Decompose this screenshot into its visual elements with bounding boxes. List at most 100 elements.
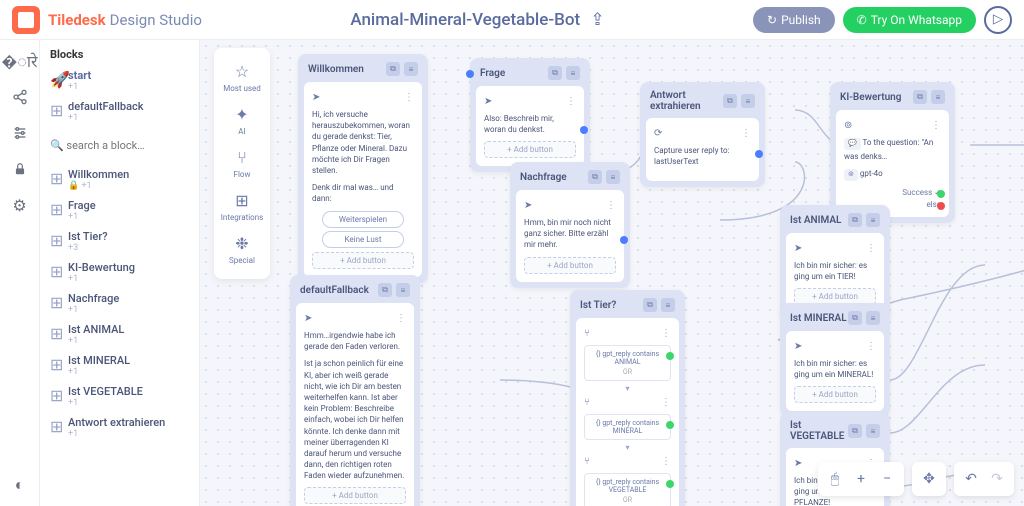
more-icon[interactable]: ⋮: [931, 120, 941, 131]
undo-button[interactable]: ↶: [958, 466, 984, 492]
menu-icon[interactable]: ≡: [931, 90, 945, 104]
left-rail: �ारे ⚙ ◐: [0, 40, 40, 506]
sidebar-item-istvegetable[interactable]: ⊞Ist VEGETABLE+1: [50, 381, 189, 412]
toolbox-most-used[interactable]: ☆Most used: [218, 56, 266, 99]
logo: [12, 6, 40, 34]
option-weiterspielen[interactable]: Weiterspielen: [322, 211, 404, 228]
action-toolbox: ☆Most used✦AI⑂Flow⊞Integrations❉Special: [214, 48, 270, 279]
copy-icon[interactable]: ⧉: [548, 66, 562, 80]
copy-icon[interactable]: ⧉: [386, 62, 400, 76]
zoom-in-button[interactable]: +: [848, 466, 874, 492]
share-icon[interactable]: ⇪: [590, 10, 604, 30]
send-icon: ➤: [304, 313, 312, 324]
more-icon[interactable]: ⋮: [661, 397, 671, 408]
condition-animal[interactable]: {} gpt_reply contains ANIMALOR: [584, 345, 671, 381]
sidebar-item-kibewertung[interactable]: ⊞KI-Bewertung+1: [50, 257, 189, 288]
settings-alt-icon[interactable]: [11, 124, 29, 142]
fork-icon: ⑂: [584, 456, 590, 467]
menu-icon[interactable]: ≡: [404, 62, 418, 76]
condition-vegetable[interactable]: {} gpt_reply contains VEGETABLEOR: [584, 473, 671, 506]
fork-icon: ⑂: [584, 328, 590, 339]
card-frage[interactable]: Frage⧉≡ ➤⋮ Also: Beschreib mir, woran du…: [470, 58, 590, 172]
condition-mineral[interactable]: {} gpt_reply contains MINERAL: [584, 414, 671, 440]
option-keine-lust[interactable]: Keine Lust: [322, 231, 404, 248]
menu-icon[interactable]: ≡: [661, 298, 675, 312]
more-icon[interactable]: ⋮: [866, 341, 876, 352]
try-whatsapp-button[interactable]: ✆Try On Whatsapp: [843, 7, 976, 33]
sidebar-item-start[interactable]: 🚀start+1: [50, 65, 189, 96]
add-button[interactable]: + Add button: [484, 141, 576, 158]
capture-icon: ⟳: [654, 128, 662, 139]
lock-icon[interactable]: [11, 160, 29, 178]
center-button[interactable]: ✥: [916, 466, 942, 492]
menu-icon[interactable]: ≡: [741, 94, 755, 108]
send-icon: ➤: [794, 458, 802, 469]
add-button[interactable]: + Add button: [304, 487, 406, 504]
card-willkommen[interactable]: Willkommen⧉≡ ➤⋮ Hi, ich versuche herausz…: [298, 54, 428, 283]
chevron-down-icon: ▾: [584, 384, 671, 393]
menu-icon[interactable]: ≡: [866, 424, 880, 438]
menu-icon[interactable]: ≡: [396, 283, 410, 297]
sidebar-item-willkommen[interactable]: ⊞Willkommen🔒 +1: [50, 164, 189, 195]
card-antwort-extrahieren[interactable]: Antwort extrahieren⧉≡ ⟳⋮ Capture user re…: [640, 82, 765, 187]
add-button[interactable]: + Add button: [312, 252, 414, 269]
mouse-mode-button[interactable]: 🖱: [822, 466, 848, 492]
redo-button[interactable]: ↷: [984, 466, 1010, 492]
sidebar-item-antwortextrahieren[interactable]: ⊞Antwort extrahieren+1: [50, 412, 189, 443]
input-handle[interactable]: [466, 70, 474, 78]
copy-icon[interactable]: ⧉: [643, 298, 657, 312]
toolbox-ai[interactable]: ✦AI: [218, 99, 266, 142]
menu-icon[interactable]: ≡: [566, 66, 580, 80]
sidebar-item-defaultfallback[interactable]: ⊞defaultFallback+1: [50, 96, 189, 127]
copy-icon[interactable]: ⧉: [588, 170, 602, 184]
copy-icon[interactable]: ⧉: [848, 424, 862, 438]
card-default-fallback[interactable]: defaultFallback⧉≡ ➤⋮ Hmm…irgendwie habe …: [290, 275, 420, 506]
card-ki-bewertung[interactable]: KI-Bewertung⧉≡ ⊚⋮ 💬 To the question: "An…: [830, 82, 955, 223]
sidebar-item-istmineral[interactable]: ⊞Ist MINERAL+1: [50, 350, 189, 381]
brand-name: Tiledesk: [48, 11, 106, 29]
whatsapp-icon: ✆: [857, 13, 867, 27]
more-icon[interactable]: ⋮: [566, 96, 576, 107]
fork-icon: ⑂: [584, 397, 590, 408]
play-button[interactable]: ▷: [984, 6, 1012, 34]
more-icon[interactable]: ⋮: [661, 456, 671, 467]
card-ist-tier[interactable]: Ist Tier?⧉≡ ⑂⋮ {} gpt_reply contains ANI…: [570, 290, 685, 506]
send-icon: ➤: [794, 243, 802, 254]
toolbox-special[interactable]: ❉Special: [218, 228, 266, 271]
card-nachfrage[interactable]: Nachfrage⧉≡ ➤⋮ Hmm, bin mir noch nicht g…: [510, 162, 630, 288]
copy-icon[interactable]: ⧉: [913, 90, 927, 104]
copy-icon[interactable]: ⧉: [848, 311, 862, 325]
toolbox-integrations[interactable]: ⊞Integrations: [218, 185, 266, 228]
zoom-out-button[interactable]: −: [874, 466, 900, 492]
copy-icon[interactable]: ⧉: [378, 283, 392, 297]
more-icon[interactable]: ⋮: [661, 328, 671, 339]
publish-button[interactable]: ↻Publish: [753, 7, 835, 33]
card-ist-mineral[interactable]: Ist MINERAL⧉≡ ➤⋮ Ich bin mir sicher: es …: [780, 303, 890, 417]
share-alt-icon[interactable]: [11, 88, 29, 106]
sidebar-item-istanimal[interactable]: ⊞Ist ANIMAL+1: [50, 319, 189, 350]
sidebar-item-isttier[interactable]: ⊞Ist Tier?+3: [50, 226, 189, 257]
more-icon[interactable]: ⋮: [404, 92, 414, 103]
more-icon[interactable]: ⋮: [866, 243, 876, 254]
share-rail-icon[interactable]: �ारे: [11, 52, 29, 70]
blocks-heading: Blocks: [50, 48, 189, 61]
sidebar-item-nachfrage[interactable]: ⊞Nachfrage+1: [50, 288, 189, 319]
add-button[interactable]: + Add button: [524, 257, 616, 274]
copy-icon[interactable]: ⧉: [723, 94, 737, 108]
gear-icon[interactable]: ⚙: [11, 196, 29, 214]
more-icon[interactable]: ⋮: [741, 128, 751, 139]
send-icon: ➤: [484, 96, 492, 107]
toolbox-flow[interactable]: ⑂Flow: [218, 142, 266, 185]
page-title: Animal-Mineral-Vegetable-Bot ⇪: [202, 10, 753, 30]
copy-icon[interactable]: ⧉: [848, 213, 862, 227]
menu-icon[interactable]: ≡: [606, 170, 620, 184]
help-icon[interactable]: ◐: [11, 476, 29, 494]
menu-icon[interactable]: ≡: [866, 213, 880, 227]
sidebar-item-frage[interactable]: ⊞Frage+1: [50, 195, 189, 226]
more-icon[interactable]: ⋮: [606, 200, 616, 211]
search-input[interactable]: [50, 135, 189, 156]
flow-canvas[interactable]: ☆Most used✦AI⑂Flow⊞Integrations❉Special …: [200, 40, 1024, 506]
add-button[interactable]: + Add button: [794, 386, 876, 403]
menu-icon[interactable]: ≡: [866, 311, 880, 325]
more-icon[interactable]: ⋮: [396, 313, 406, 324]
